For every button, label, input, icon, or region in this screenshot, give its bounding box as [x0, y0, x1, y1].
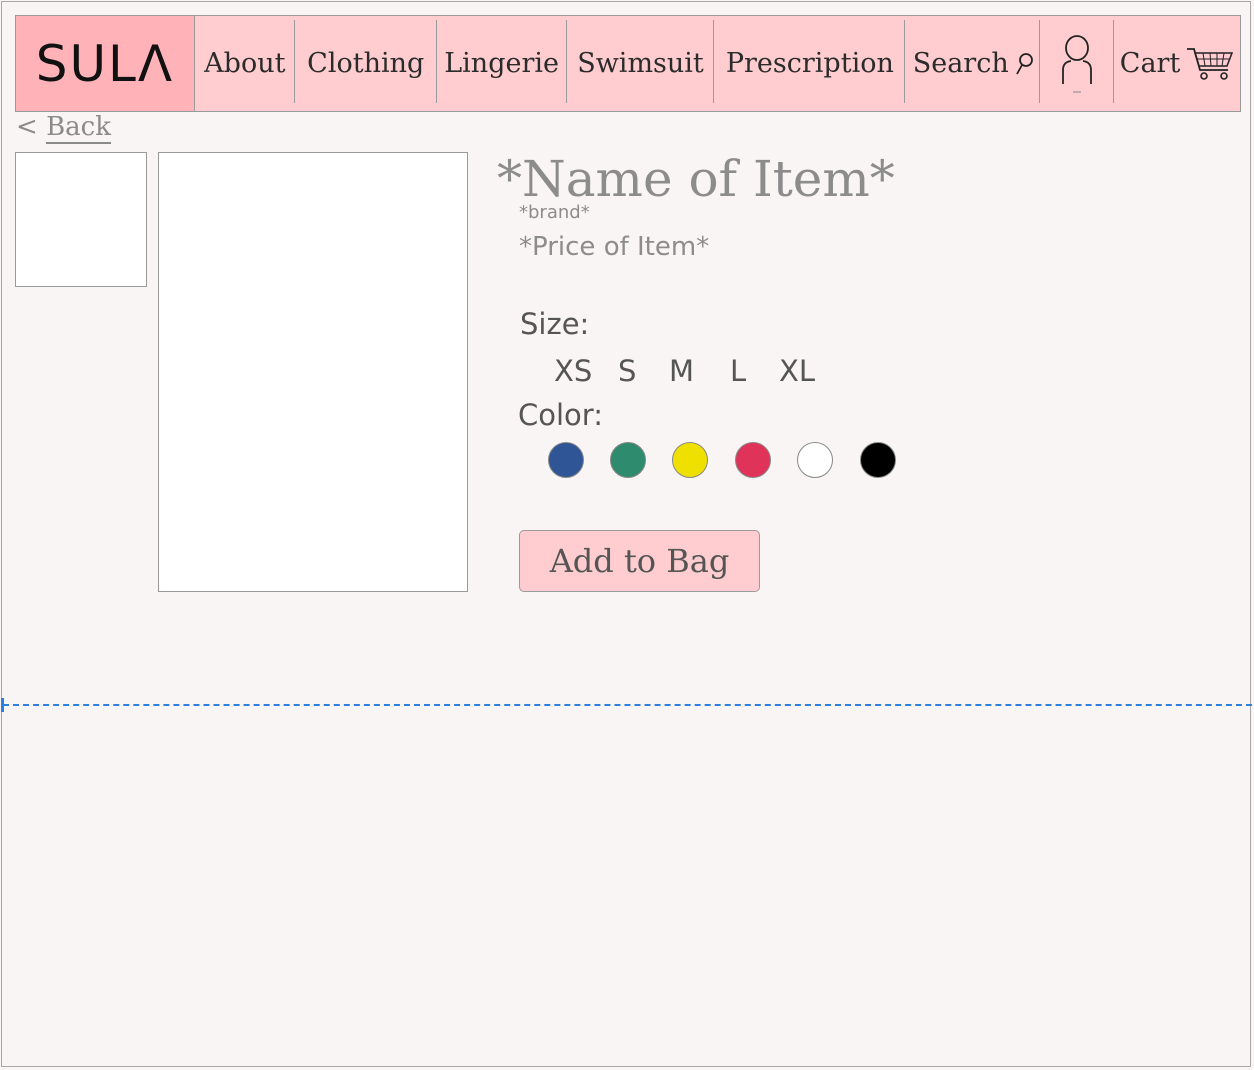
size-option-m[interactable]: M [669, 354, 694, 388]
back-label: Back [46, 112, 111, 144]
product-brand: *brand* [519, 202, 590, 223]
color-swatch-white[interactable] [797, 442, 833, 478]
color-swatch-black[interactable] [860, 442, 896, 478]
product-main-image [158, 152, 468, 592]
color-swatch-yellow[interactable] [672, 442, 708, 478]
brand-logo[interactable]: SULΛ [16, 16, 195, 111]
nav-cart[interactable]: Cart [1114, 16, 1240, 111]
nav-lingerie[interactable]: Lingerie [437, 16, 567, 111]
nav-search-label: Search [912, 48, 1009, 79]
size-option-xl[interactable]: XL [779, 354, 815, 388]
back-link[interactable]: < Back [16, 112, 111, 144]
user-icon [1059, 34, 1095, 94]
cart-icon [1186, 46, 1234, 82]
nav-clothing-label: Clothing [307, 48, 425, 79]
nav-lingerie-label: Lingerie [444, 48, 559, 79]
nav-swimsuit[interactable]: Swimsuit [567, 16, 715, 111]
fold-line [3, 704, 1252, 706]
size-option-l[interactable]: L [730, 354, 746, 388]
nav-search[interactable]: Search [905, 16, 1041, 111]
product-price: *Price of Item* [519, 232, 710, 262]
nav-about[interactable]: About [195, 16, 295, 111]
top-navbar: SULΛ About Clothing Lingerie Swimsuit Pr… [15, 15, 1241, 112]
product-name: *Name of Item* [497, 150, 895, 208]
nav-prescription[interactable]: Prescription [714, 16, 906, 111]
color-swatch-green[interactable] [610, 442, 646, 478]
nav-about-label: About [204, 48, 286, 79]
color-label: Color: [518, 398, 603, 432]
size-label: Size: [520, 307, 590, 341]
nav-swimsuit-label: Swimsuit [577, 48, 704, 79]
brand-logo-text: SULΛ [35, 34, 175, 93]
product-thumbnail[interactable] [15, 152, 147, 287]
nav-clothing[interactable]: Clothing [295, 16, 437, 111]
size-option-xs[interactable]: XS [554, 354, 592, 388]
size-option-s[interactable]: S [618, 354, 636, 388]
account-button[interactable] [1040, 16, 1115, 111]
add-to-bag-label: Add to Bag [549, 542, 730, 580]
back-arrow: < [16, 112, 38, 142]
add-to-bag-button[interactable]: Add to Bag [519, 530, 760, 592]
nav-cart-label: Cart [1119, 48, 1181, 79]
nav-prescription-label: Prescription [725, 48, 894, 79]
color-swatch-blue[interactable] [548, 442, 584, 478]
search-icon [1015, 52, 1033, 76]
color-swatch-red[interactable] [735, 442, 771, 478]
